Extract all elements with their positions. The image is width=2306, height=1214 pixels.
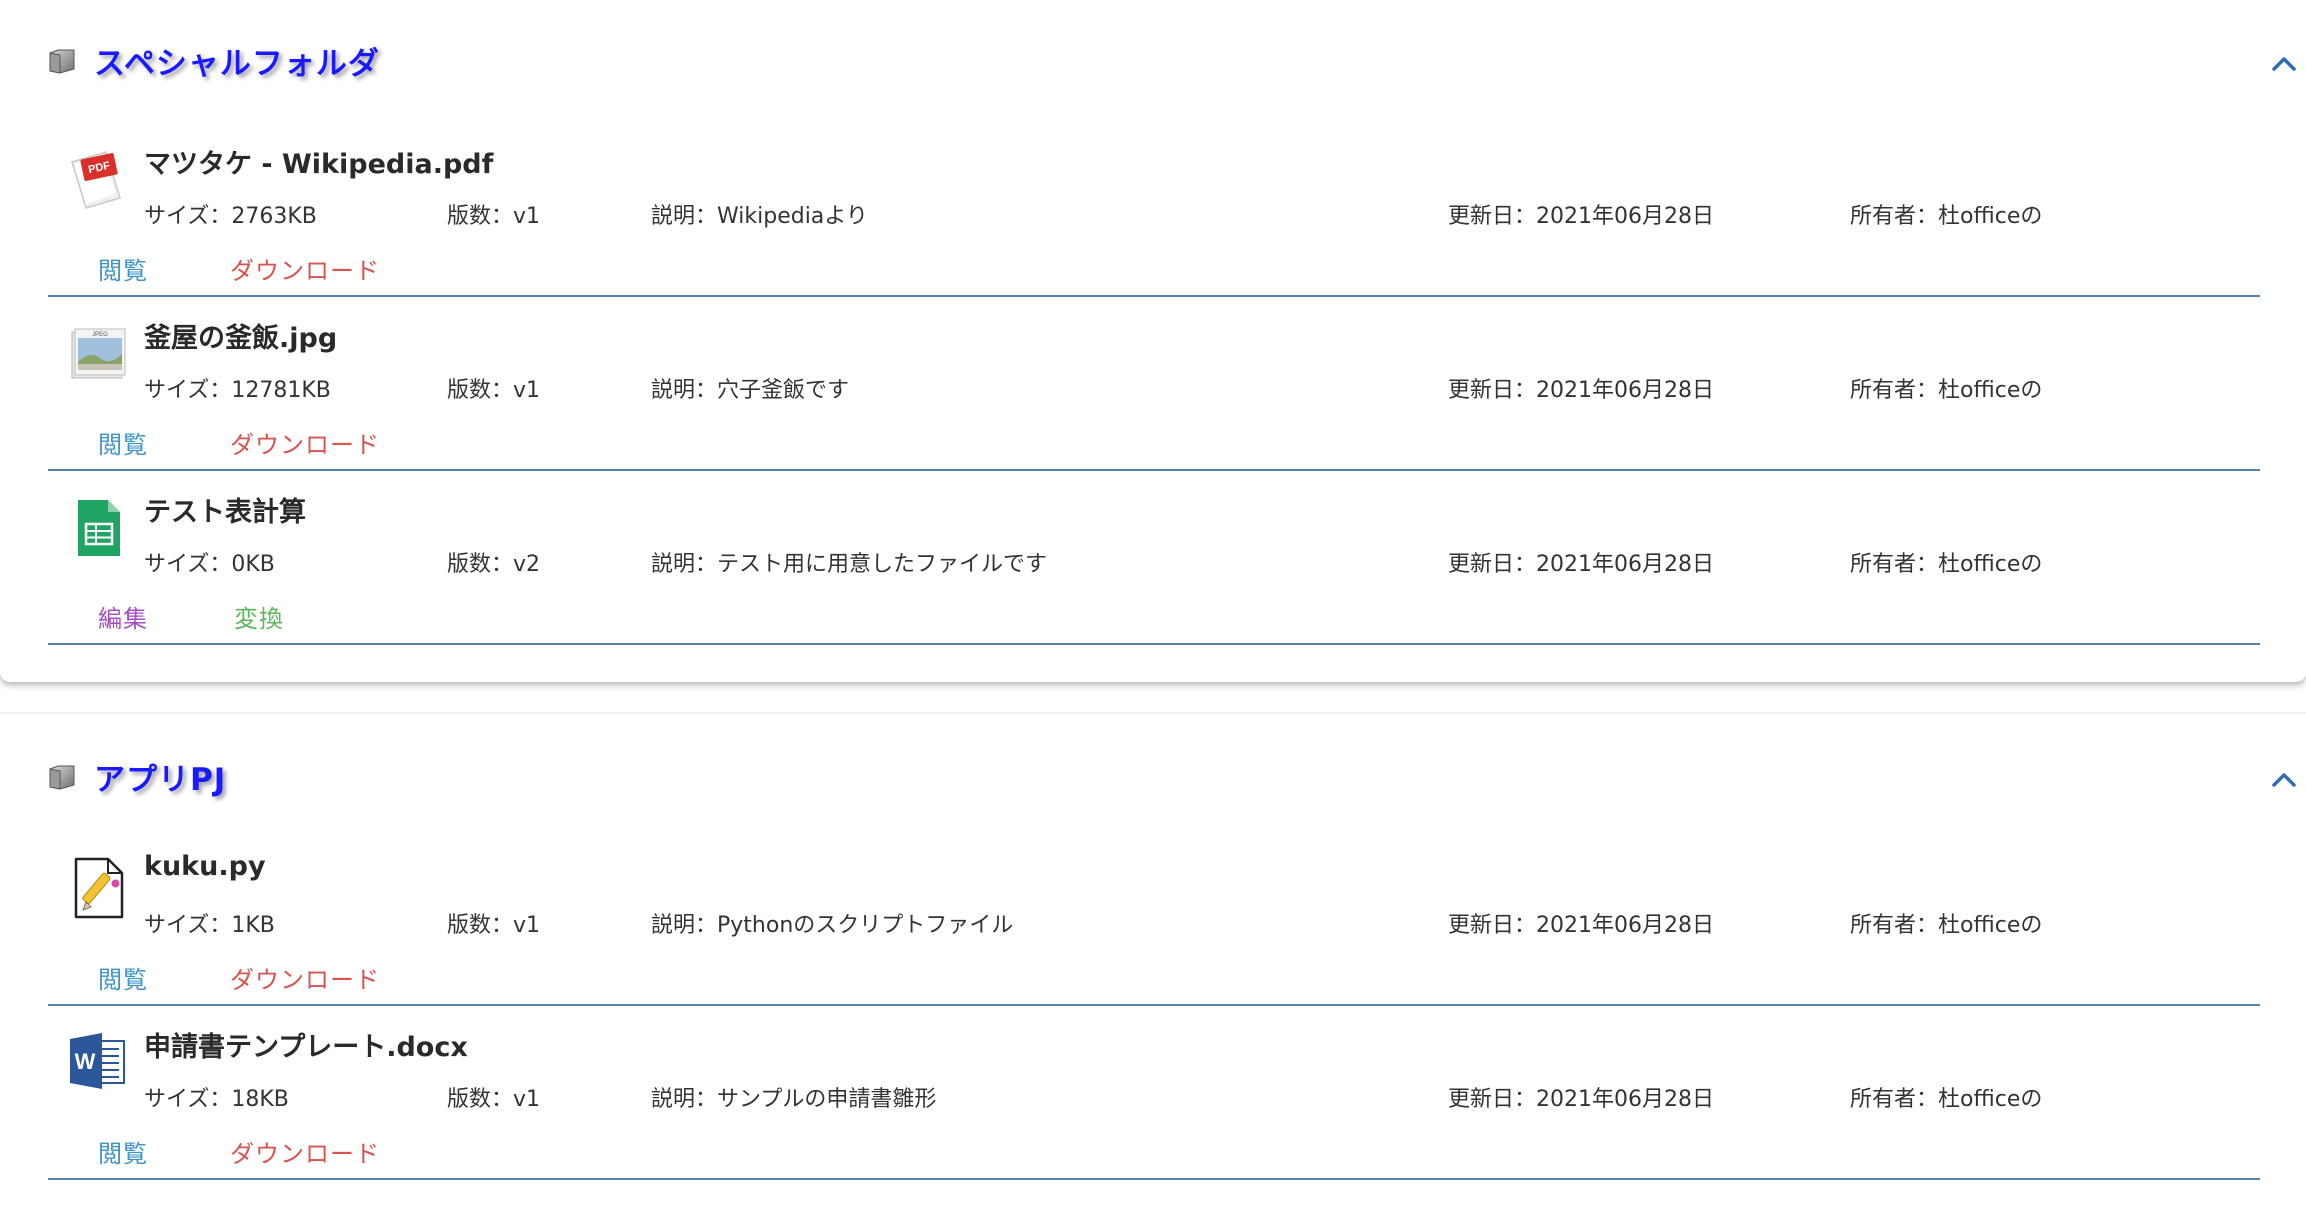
file-row: JPEG 釜屋の釜飯.jpg サイズ：12781KB 版数：v1 説明：穴子釜飯… xyxy=(48,298,2260,471)
folder-header[interactable]: アプリPJ xyxy=(48,748,2306,808)
file-row: PDF マツタケ - Wikipedia.pdf サイズ：2763KB 版数：v… xyxy=(48,124,2260,297)
chevron-up-icon[interactable] xyxy=(2262,760,2306,800)
file-version: 版数：v1 xyxy=(447,1087,541,1112)
file-updated: 更新日：2021年06月28日 xyxy=(1448,913,1714,938)
file-size: サイズ：12781KB xyxy=(144,378,331,403)
pdf-file-icon: PDF xyxy=(71,151,121,209)
folder-icon xyxy=(49,765,75,790)
file-description: 説明：Wikipediaより xyxy=(651,204,868,229)
file-list: PDF マツタケ - Wikipedia.pdf サイズ：2763KB 版数：v… xyxy=(48,124,2260,646)
convert-link[interactable]: 変換 xyxy=(234,599,284,634)
file-row: テスト表計算 サイズ：0KB 版数：v2 説明：テスト用に用意したファイルです … xyxy=(48,472,2260,645)
view-link[interactable]: 閲覧 xyxy=(98,425,148,460)
file-name[interactable]: 釜屋の釜飯.jpg xyxy=(144,316,337,355)
file-version: 版数：v1 xyxy=(447,204,541,229)
jpeg-icon-label: JPEG xyxy=(92,332,108,338)
file-name[interactable]: 申請書テンプレート.docx xyxy=(144,1025,468,1064)
file-size: サイズ：2763KB xyxy=(144,204,317,229)
view-link[interactable]: 閲覧 xyxy=(98,960,148,995)
file-owner: 所有者：杜officeの xyxy=(1850,378,2043,403)
file-updated: 更新日：2021年06月28日 xyxy=(1448,1087,1714,1112)
file-row: kuku.py サイズ：1KB 版数：v1 説明：Pythonのスクリプトファイ… xyxy=(48,833,2260,1006)
file-list: kuku.py サイズ：1KB 版数：v1 説明：Pythonのスクリプトファイ… xyxy=(48,833,2260,1181)
view-link[interactable]: 閲覧 xyxy=(98,251,148,286)
chevron-up-icon[interactable] xyxy=(2262,44,2306,84)
view-link[interactable]: 閲覧 xyxy=(98,1134,148,1169)
file-description: 説明：テスト用に用意したファイルです xyxy=(651,552,1048,577)
download-link[interactable]: ダウンロード xyxy=(230,960,380,995)
file-size: サイズ：0KB xyxy=(144,552,275,577)
word-icon-letter: W xyxy=(75,1049,96,1074)
download-link[interactable]: ダウンロード xyxy=(230,251,380,286)
folder-icon xyxy=(49,49,75,74)
file-updated: 更新日：2021年06月28日 xyxy=(1448,204,1714,229)
word-document-icon: W xyxy=(70,1033,125,1089)
file-description: 説明：穴子釜飯です xyxy=(651,378,850,403)
file-name[interactable]: kuku.py xyxy=(144,851,266,882)
folder-card-app-pj: アプリPJ kuku.py サイズ：1KB 版数：v1 説明：Pythonのスク… xyxy=(0,712,2306,1214)
file-size: サイズ：1KB xyxy=(144,913,275,938)
file-version: 版数：v2 xyxy=(447,552,541,577)
file-owner: 所有者：杜officeの xyxy=(1850,1087,2043,1112)
download-link[interactable]: ダウンロード xyxy=(230,1134,380,1169)
jpeg-image-icon: JPEG xyxy=(71,328,126,379)
file-browser-page: スペシャルフォルダ PDF マツタケ - Wikipedia.pdf サイズ：2… xyxy=(0,0,2306,1214)
download-link[interactable]: ダウンロード xyxy=(230,425,380,460)
file-name[interactable]: マツタケ - Wikipedia.pdf xyxy=(144,142,493,181)
file-size: サイズ：18KB xyxy=(144,1087,289,1112)
folder-title: アプリPJ xyxy=(94,762,227,798)
file-owner: 所有者：杜officeの xyxy=(1850,552,2043,577)
file-updated: 更新日：2021年06月28日 xyxy=(1448,378,1714,403)
spreadsheet-icon xyxy=(78,500,120,556)
file-row: W 申請書テンプレート.docx サイズ：18KB 版数：v1 説明：サンプルの… xyxy=(48,1007,2260,1180)
file-name[interactable]: テスト表計算 xyxy=(144,490,306,529)
file-owner: 所有者：杜officeの xyxy=(1850,913,2043,938)
text-edit-file-icon xyxy=(74,857,124,919)
file-version: 版数：v1 xyxy=(447,378,541,403)
file-description: 説明：サンプルの申請書雛形 xyxy=(651,1087,937,1112)
edit-link[interactable]: 編集 xyxy=(98,599,148,634)
folder-title: スペシャルフォルダ xyxy=(94,46,380,82)
file-version: 版数：v1 xyxy=(447,913,541,938)
file-updated: 更新日：2021年06月28日 xyxy=(1448,552,1714,577)
file-owner: 所有者：杜officeの xyxy=(1850,204,2043,229)
folder-header[interactable]: スペシャルフォルダ xyxy=(48,32,2306,92)
file-description: 説明：Pythonのスクリプトファイル xyxy=(651,913,1014,938)
folder-card-special: スペシャルフォルダ PDF マツタケ - Wikipedia.pdf サイズ：2… xyxy=(0,0,2306,682)
